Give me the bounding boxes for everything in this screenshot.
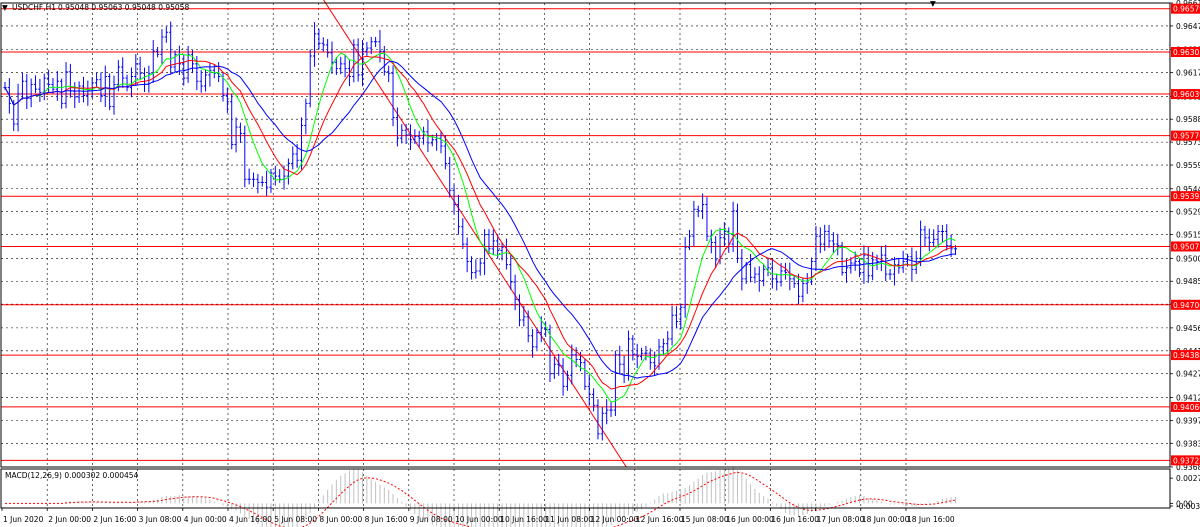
time-label: 10 Jun 00:00 bbox=[455, 515, 503, 524]
price-level-label: 0.96579 bbox=[1173, 5, 1200, 14]
price-tick-label: 0.95150 bbox=[1176, 231, 1200, 240]
time-label: 16 Jun 16:00 bbox=[771, 515, 819, 524]
time-label: 12 Jun 00:00 bbox=[591, 515, 639, 524]
price-tick-label: 0.94855 bbox=[1176, 277, 1200, 286]
price-level-label: 0.95776 bbox=[1173, 132, 1200, 141]
price-tick-label: 0.95295 bbox=[1176, 208, 1200, 217]
time-label: 18 Jun 16:00 bbox=[907, 515, 955, 524]
chart-background bbox=[0, 0, 1200, 527]
price-tick-label: 0.94270 bbox=[1176, 370, 1200, 379]
time-label: 11 Jun 08:00 bbox=[545, 515, 593, 524]
price-tick-label: 0.95590 bbox=[1176, 161, 1200, 170]
time-label: 12 Jun 16:00 bbox=[636, 515, 684, 524]
price-tick-label: 0.94120 bbox=[1176, 393, 1200, 402]
price-tick-label: 0.95000 bbox=[1176, 254, 1200, 263]
time-label: 4 Jun 16:00 bbox=[229, 515, 272, 524]
price-tick-label: 0.96470 bbox=[1176, 22, 1200, 31]
title-bar: ▼ USDCHF,H1 0.95048 0.95063 0.95048 0.95… bbox=[2, 3, 189, 12]
time-label: 3 Jun 08:00 bbox=[139, 515, 182, 524]
macd-tick-label: 0.002745 bbox=[1176, 474, 1200, 483]
price-level-label: 0.95393 bbox=[1173, 192, 1200, 201]
price-level-label: 0.95075 bbox=[1173, 242, 1200, 251]
scroll-marker-icon[interactable]: ▼ bbox=[930, 0, 936, 8]
macd-label: MACD(12,26,9) 0.000302 0.000454 bbox=[5, 471, 139, 480]
time-label: 2 Jun 00:00 bbox=[48, 515, 91, 524]
price-level-label: 0.96305 bbox=[1173, 48, 1200, 57]
price-level-label: 0.96039 bbox=[1173, 90, 1200, 99]
price-tick-label: 0.96175 bbox=[1176, 69, 1200, 78]
price-level-label: 0.94706 bbox=[1173, 301, 1200, 310]
symbol-title: USDCHF,H1 bbox=[12, 3, 56, 12]
time-label: 10 Jun 16:00 bbox=[500, 515, 548, 524]
time-label: 17 Jun 08:00 bbox=[817, 515, 865, 524]
title-arrow-icon[interactable]: ▼ bbox=[2, 3, 8, 12]
time-label: 15 Jun 08:00 bbox=[681, 515, 729, 524]
ohlc-readout: 0.95048 0.95063 0.95048 0.95058 bbox=[58, 3, 189, 12]
time-label: 9 Jun 08:00 bbox=[410, 515, 453, 524]
time-label: 8 Jun 00:00 bbox=[319, 515, 362, 524]
time-label: 1 Jun 2020 bbox=[3, 515, 44, 524]
time-label: 18 Jun 00:00 bbox=[862, 515, 910, 524]
chart-window: 0.966150.964700.963200.961750.960250.958… bbox=[0, 0, 1200, 527]
time-label: 5 Jun 08:00 bbox=[274, 515, 317, 524]
price-level-label: 0.94060 bbox=[1173, 403, 1200, 412]
time-label: 16 Jun 00:00 bbox=[726, 515, 774, 524]
price-level-label: 0.94388 bbox=[1173, 351, 1200, 360]
price-tick-label: 0.93830 bbox=[1176, 439, 1200, 448]
time-label: 8 Jun 16:00 bbox=[365, 515, 408, 524]
price-tick-label: 0.94560 bbox=[1176, 324, 1200, 333]
macd-tick-label: -0.003717 bbox=[1176, 502, 1200, 511]
time-label: 2 Jun 16:00 bbox=[93, 515, 136, 524]
time-label: 4 Jun 00:00 bbox=[184, 515, 227, 524]
price-tick-label: 0.95880 bbox=[1176, 115, 1200, 124]
price-level-label: 0.93722 bbox=[1173, 456, 1200, 465]
price-tick-label: 0.93975 bbox=[1176, 416, 1200, 425]
